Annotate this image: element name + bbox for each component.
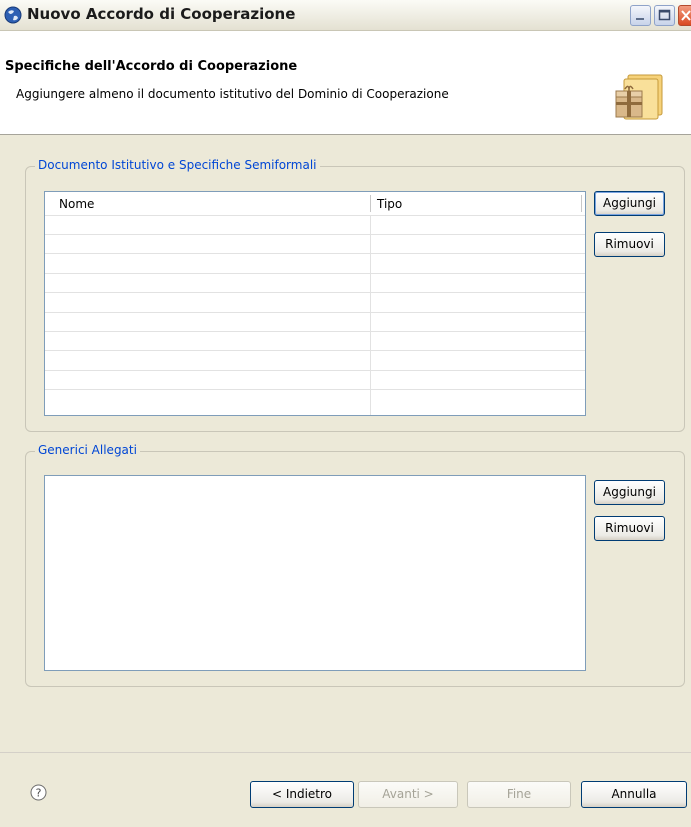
table-row xyxy=(45,331,585,350)
documents-group: Documento Istitutivo e Specifiche Semifo… xyxy=(25,158,685,432)
table-row xyxy=(45,312,585,331)
column-divider[interactable] xyxy=(370,195,371,212)
wizard-header: Specifiche dell'Accordo di Cooperazione … xyxy=(0,31,691,135)
svg-text:?: ? xyxy=(36,787,42,800)
page-description: Aggiungere almeno il documento istitutiv… xyxy=(16,87,449,101)
close-icon xyxy=(681,10,691,21)
table-row xyxy=(45,253,585,272)
documents-group-legend: Documento Istitutivo e Specifiche Semifo… xyxy=(35,158,320,172)
window-title: Nuovo Accordo di Cooperazione xyxy=(27,5,296,23)
next-button[interactable]: Avanti > xyxy=(358,781,458,808)
help-icon[interactable]: ? xyxy=(30,784,47,801)
wizard-window: Nuovo Accordo di Cooperazione Specifiche… xyxy=(0,0,691,827)
back-button[interactable]: < Indietro xyxy=(250,781,354,808)
add-document-button[interactable]: Aggiungi xyxy=(594,191,665,216)
column-divider[interactable] xyxy=(581,195,582,212)
attachments-group-legend: Generici Allegati xyxy=(35,443,140,457)
table-row xyxy=(45,234,585,253)
maximize-button[interactable] xyxy=(654,5,675,26)
table-header: Nome Tipo xyxy=(45,192,585,215)
package-wizard-icon xyxy=(615,74,663,120)
table-row xyxy=(45,273,585,292)
minimize-icon xyxy=(636,18,644,20)
app-globe-icon xyxy=(4,6,22,24)
minimize-button[interactable] xyxy=(630,5,651,26)
table-row xyxy=(45,215,585,234)
remove-attachment-button[interactable]: Rimuovi xyxy=(594,516,665,541)
close-button[interactable] xyxy=(678,5,691,26)
table-row xyxy=(45,292,585,311)
table-row xyxy=(45,350,585,369)
maximize-icon xyxy=(658,9,671,21)
finish-button[interactable]: Fine xyxy=(467,781,571,808)
add-attachment-button[interactable]: Aggiungi xyxy=(594,480,665,505)
column-header-nome[interactable]: Nome xyxy=(59,197,94,211)
page-title: Specifiche dell'Accordo di Cooperazione xyxy=(5,59,298,74)
attachments-list[interactable] xyxy=(44,475,586,671)
table-row xyxy=(45,370,585,389)
remove-document-button[interactable]: Rimuovi xyxy=(594,232,665,257)
title-bar[interactable]: Nuovo Accordo di Cooperazione xyxy=(0,0,691,31)
table-row xyxy=(45,389,585,408)
cancel-button[interactable]: Annulla xyxy=(581,781,687,808)
footer-separator xyxy=(0,752,691,753)
column-separator xyxy=(370,215,371,415)
attachments-group: Generici Allegati Aggiungi Rimuovi xyxy=(25,443,685,687)
documents-table[interactable]: Nome Tipo xyxy=(44,191,586,416)
column-header-tipo[interactable]: Tipo xyxy=(377,197,402,211)
